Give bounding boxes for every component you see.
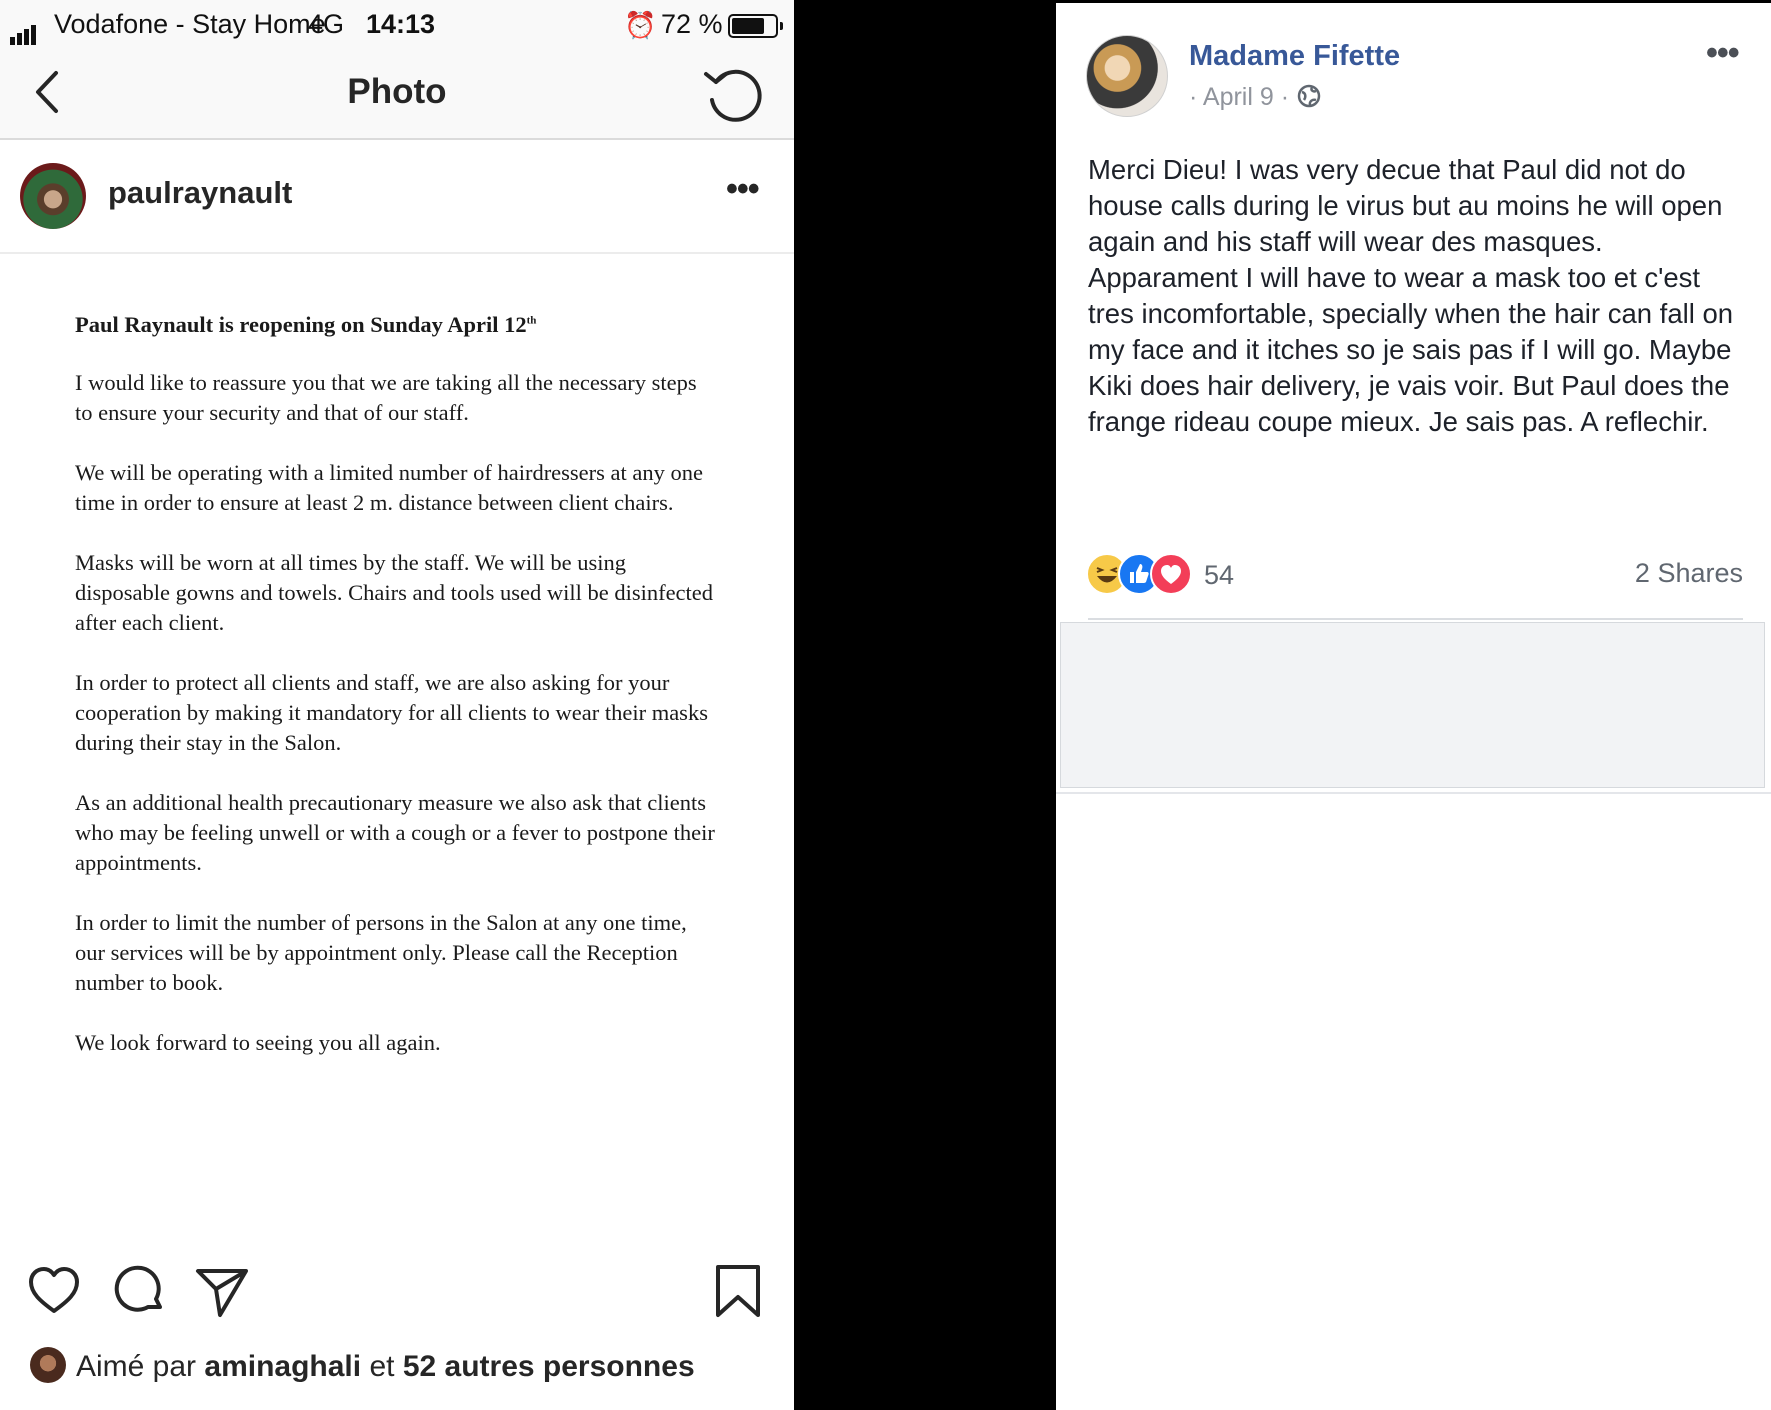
post-date[interactable]: · April 9 · [1189,83,1289,111]
carrier-name: Vodafone - Stay Home [54,9,326,39]
post-text: Merci Dieu! I was very decue that Paul d… [1088,154,1734,437]
alarm-icon: ⏰ [624,10,657,40]
post-image-notice: Paul Raynault is reopening on Sunday Apr… [75,312,715,1088]
likes-summary: Aimé par aminaghali et 52 autres personn… [30,1347,695,1386]
battery-percent: 72 % [661,9,723,39]
avatar[interactable] [20,163,86,229]
notice-paragraph: As an additional health precautionary me… [75,790,715,875]
shares-count[interactable]: 2 Shares [1635,558,1743,589]
share-icon[interactable] [194,1263,250,1319]
link-preview[interactable] [1060,622,1765,788]
more-icon[interactable]: ••• [726,170,760,209]
notice-title-suffix: th [526,314,537,327]
notice-paragraph: In order to limit the number of persons … [75,910,687,995]
reaction-count[interactable]: 54 [1204,560,1234,591]
likes-others[interactable]: 52 autres personnes [403,1350,695,1383]
liker-username[interactable]: aminaghali [204,1350,361,1383]
post-actions [0,1263,794,1333]
globe-icon [1297,85,1321,108]
battery-icon [728,14,783,38]
author-name[interactable]: Madame Fifette [1189,40,1400,73]
avatar[interactable] [1086,35,1168,117]
more-icon[interactable]: ••• [1706,34,1740,73]
likes-connector: et [369,1350,395,1383]
divider [1056,0,1771,3]
divider [1056,792,1771,794]
post-header: paulraynault ••• [0,140,794,254]
post-meta: · April 9 · [1189,83,1322,112]
clock: 14:13 [366,9,436,39]
notice-title: Paul Raynault is reopening on Sunday Apr… [75,312,715,338]
notice-paragraph: We will be operating with a limited numb… [75,460,704,515]
likes-prefix: Aimé par [76,1350,197,1383]
love-icon [1150,553,1192,595]
signal-icon [10,14,38,45]
heart-icon[interactable] [26,1263,82,1319]
username[interactable]: paulraynault [108,175,292,211]
notice-paragraph: In order to protect all clients and staf… [75,670,708,755]
instagram-panel: Vodafone - Stay Home 4G 14:13 ⏰ 72 % Pho… [0,0,794,1410]
facebook-panel: Madame Fifette · April 9 · ••• Merci Die… [1056,0,1771,1410]
rotate-icon[interactable] [700,60,768,128]
notice-title-text: Paul Raynault is reopening on Sunday Apr… [75,312,527,337]
comment-icon[interactable] [112,1263,168,1319]
divider [1088,618,1743,620]
bookmark-icon[interactable] [712,1263,764,1319]
liker-avatar[interactable] [30,1347,66,1384]
nav-bar: Photo [0,50,794,140]
notice-paragraph: We look forward to seeing you all again. [75,1030,441,1055]
network-type: 4G [308,9,345,39]
page-title: Photo [347,72,447,111]
status-bar: Vodafone - Stay Home 4G 14:13 ⏰ 72 % [0,0,794,50]
notice-paragraph: I would like to reassure you that we are… [75,370,697,425]
notice-paragraph: Masks will be worn at all times by the s… [75,550,714,635]
